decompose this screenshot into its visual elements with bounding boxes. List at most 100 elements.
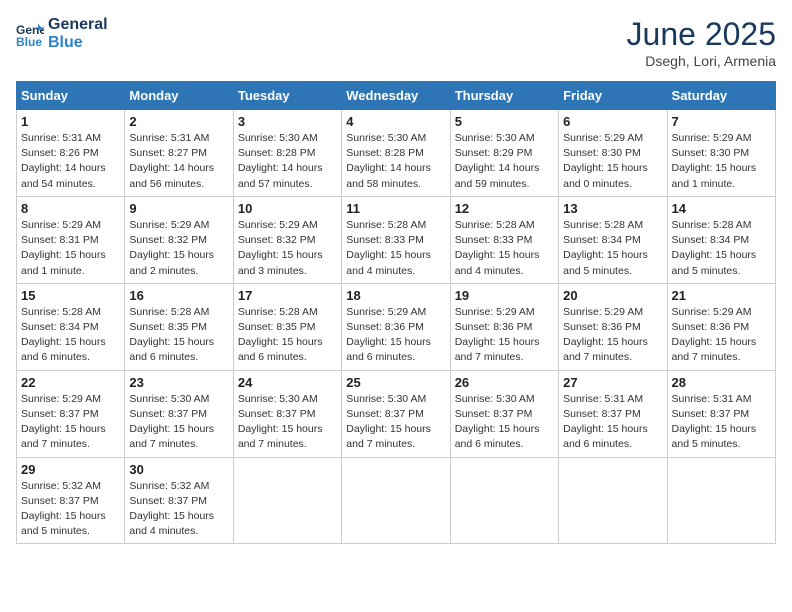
day-number: 26 [455,375,554,390]
day-number: 15 [21,288,120,303]
day-info: Sunrise: 5:29 AMSunset: 8:36 PMDaylight:… [672,305,771,366]
day-info: Sunrise: 5:30 AMSunset: 8:37 PMDaylight:… [455,392,554,453]
calendar-cell: 6Sunrise: 5:29 AMSunset: 8:30 PMDaylight… [559,110,667,197]
weekday-header-tuesday: Tuesday [233,82,341,110]
day-info: Sunrise: 5:31 AMSunset: 8:37 PMDaylight:… [563,392,662,453]
logo: General Blue General Blue [16,16,108,51]
day-info: Sunrise: 5:28 AMSunset: 8:35 PMDaylight:… [238,305,337,366]
day-info: Sunrise: 5:29 AMSunset: 8:36 PMDaylight:… [563,305,662,366]
day-number: 6 [563,114,662,129]
day-number: 5 [455,114,554,129]
day-number: 20 [563,288,662,303]
calendar-cell: 4Sunrise: 5:30 AMSunset: 8:28 PMDaylight… [342,110,450,197]
day-number: 25 [346,375,445,390]
weekday-header-friday: Friday [559,82,667,110]
day-number: 22 [21,375,120,390]
day-info: Sunrise: 5:31 AMSunset: 8:26 PMDaylight:… [21,131,120,192]
day-number: 23 [129,375,228,390]
day-info: Sunrise: 5:31 AMSunset: 8:27 PMDaylight:… [129,131,228,192]
day-info: Sunrise: 5:31 AMSunset: 8:37 PMDaylight:… [672,392,771,453]
calendar-cell [233,457,341,544]
calendar-cell: 30 Sunrise: 5:32 AMSunset: 8:37 PMDayligh… [125,457,233,544]
day-number: 10 [238,201,337,216]
calendar-cell [450,457,558,544]
day-info: Sunrise: 5:29 AMSunset: 8:36 PMDaylight:… [455,305,554,366]
calendar-cell: 25 Sunrise: 5:30 AMSunset: 8:37 PMDayligh… [342,370,450,457]
day-number: 21 [672,288,771,303]
location: Dsegh, Lori, Armenia [627,53,776,69]
day-number: 16 [129,288,228,303]
calendar-cell: 27Sunrise: 5:31 AMSunset: 8:37 PMDayligh… [559,370,667,457]
calendar-cell: 7 Sunrise: 5:29 AMSunset: 8:30 PMDaylight… [667,110,775,197]
week-row-5: 29Sunrise: 5:32 AMSunset: 8:37 PMDayligh… [17,457,776,544]
calendar-cell: 2 Sunrise: 5:31 AMSunset: 8:27 PMDaylight… [125,110,233,197]
calendar-cell: 15 Sunrise: 5:28 AMSunset: 8:34 PMDayligh… [17,283,125,370]
logo-icon: General Blue [16,20,44,48]
day-number: 24 [238,375,337,390]
day-number: 19 [455,288,554,303]
day-info: Sunrise: 5:30 AMSunset: 8:29 PMDaylight:… [455,131,554,192]
day-info: Sunrise: 5:30 AMSunset: 8:37 PMDaylight:… [346,392,445,453]
calendar-cell: 17 Sunrise: 5:28 AMSunset: 8:35 PMDayligh… [233,283,341,370]
calendar-cell: 21 Sunrise: 5:29 AMSunset: 8:36 PMDayligh… [667,283,775,370]
calendar-cell: 13Sunrise: 5:28 AMSunset: 8:34 PMDayligh… [559,196,667,283]
day-info: Sunrise: 5:32 AMSunset: 8:37 PMDaylight:… [21,479,120,540]
day-number: 28 [672,375,771,390]
calendar-cell: 20 Sunrise: 5:29 AMSunset: 8:36 PMDayligh… [559,283,667,370]
day-info: Sunrise: 5:30 AMSunset: 8:37 PMDaylight:… [129,392,228,453]
calendar-cell: 11Sunrise: 5:28 AMSunset: 8:33 PMDayligh… [342,196,450,283]
calendar-cell: 24Sunrise: 5:30 AMSunset: 8:37 PMDayligh… [233,370,341,457]
day-info: Sunrise: 5:28 AMSunset: 8:33 PMDaylight:… [346,218,445,279]
calendar-cell: 5 Sunrise: 5:30 AMSunset: 8:29 PMDaylight… [450,110,558,197]
day-info: Sunrise: 5:29 AMSunset: 8:31 PMDaylight:… [21,218,120,279]
calendar-cell: 23 Sunrise: 5:30 AMSunset: 8:37 PMDayligh… [125,370,233,457]
weekday-header-monday: Monday [125,82,233,110]
day-info: Sunrise: 5:29 AMSunset: 8:32 PMDaylight:… [129,218,228,279]
day-number: 30 [129,462,228,477]
calendar-table: SundayMondayTuesdayWednesdayThursdayFrid… [16,81,776,544]
calendar-cell: 8 Sunrise: 5:29 AMSunset: 8:31 PMDaylight… [17,196,125,283]
day-number: 1 [21,114,120,129]
day-number: 7 [672,114,771,129]
day-info: Sunrise: 5:29 AMSunset: 8:32 PMDaylight:… [238,218,337,279]
weekday-header-thursday: Thursday [450,82,558,110]
week-row-2: 8 Sunrise: 5:29 AMSunset: 8:31 PMDaylight… [17,196,776,283]
day-info: Sunrise: 5:28 AMSunset: 8:35 PMDaylight:… [129,305,228,366]
weekday-header-row: SundayMondayTuesdayWednesdayThursdayFrid… [17,82,776,110]
calendar-cell: 26 Sunrise: 5:30 AMSunset: 8:37 PMDayligh… [450,370,558,457]
month-title: June 2025 [627,16,776,53]
day-info: Sunrise: 5:30 AMSunset: 8:28 PMDaylight:… [346,131,445,192]
day-info: Sunrise: 5:28 AMSunset: 8:34 PMDaylight:… [563,218,662,279]
week-row-3: 15 Sunrise: 5:28 AMSunset: 8:34 PMDayligh… [17,283,776,370]
calendar-cell: 14Sunrise: 5:28 AMSunset: 8:34 PMDayligh… [667,196,775,283]
calendar-cell: 10 Sunrise: 5:29 AMSunset: 8:32 PMDayligh… [233,196,341,283]
calendar-cell: 22 Sunrise: 5:29 AMSunset: 8:37 PMDayligh… [17,370,125,457]
day-info: Sunrise: 5:28 AMSunset: 8:34 PMDaylight:… [21,305,120,366]
day-number: 17 [238,288,337,303]
logo-blue: Blue [48,34,108,52]
week-row-1: 1 Sunrise: 5:31 AMSunset: 8:26 PMDaylight… [17,110,776,197]
day-info: Sunrise: 5:29 AMSunset: 8:36 PMDaylight:… [346,305,445,366]
day-info: Sunrise: 5:32 AMSunset: 8:37 PMDaylight:… [129,479,228,540]
day-info: Sunrise: 5:29 AMSunset: 8:30 PMDaylight:… [672,131,771,192]
title-block: June 2025 Dsegh, Lori, Armenia [627,16,776,69]
calendar-cell [342,457,450,544]
logo-general: General [48,16,108,34]
calendar-cell: 9 Sunrise: 5:29 AMSunset: 8:32 PMDaylight… [125,196,233,283]
page-header: General Blue General Blue June 2025 Dseg… [16,16,776,69]
calendar-cell: 29Sunrise: 5:32 AMSunset: 8:37 PMDayligh… [17,457,125,544]
calendar-cell: 12Sunrise: 5:28 AMSunset: 8:33 PMDayligh… [450,196,558,283]
calendar-cell: 19 Sunrise: 5:29 AMSunset: 8:36 PMDayligh… [450,283,558,370]
day-number: 9 [129,201,228,216]
calendar-cell: 3Sunrise: 5:30 AMSunset: 8:28 PMDaylight… [233,110,341,197]
svg-text:Blue: Blue [16,35,42,48]
day-number: 18 [346,288,445,303]
day-number: 2 [129,114,228,129]
calendar-cell: 16 Sunrise: 5:28 AMSunset: 8:35 PMDayligh… [125,283,233,370]
calendar-cell: 28 Sunrise: 5:31 AMSunset: 8:37 PMDayligh… [667,370,775,457]
day-info: Sunrise: 5:30 AMSunset: 8:28 PMDaylight:… [238,131,337,192]
day-number: 8 [21,201,120,216]
day-info: Sunrise: 5:29 AMSunset: 8:37 PMDaylight:… [21,392,120,453]
calendar-cell: 18 Sunrise: 5:29 AMSunset: 8:36 PMDayligh… [342,283,450,370]
day-number: 14 [672,201,771,216]
